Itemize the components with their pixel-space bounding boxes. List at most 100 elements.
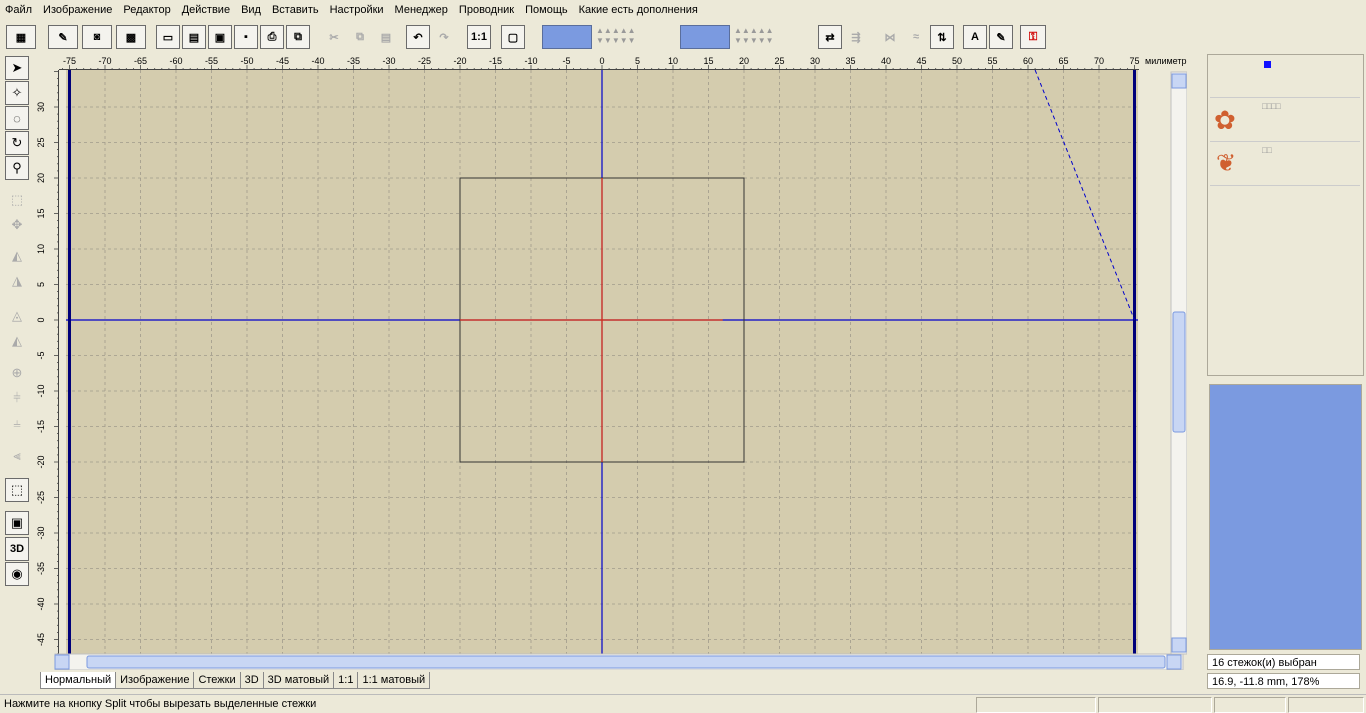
digitize-button[interactable]: ✎	[48, 25, 78, 49]
align-h-button[interactable]: ⫩	[5, 386, 29, 410]
object-list[interactable]: ✿ □□□□ ❦ □□	[1207, 54, 1364, 376]
tab-item[interactable]: 3D матовый	[262, 672, 335, 689]
menu-item[interactable]: Вставить	[267, 0, 325, 20]
scroll-up-button[interactable]	[1171, 73, 1187, 89]
zoom-tool-button[interactable]: ⚲	[5, 156, 29, 180]
distribute-button[interactable]: ⫷	[5, 444, 29, 468]
stitch-order-button[interactable]: ⇅	[930, 25, 954, 49]
menu-item[interactable]: Редактор	[118, 0, 176, 20]
move-icon: ✥	[11, 217, 23, 232]
cut-button[interactable]: ✂	[322, 25, 346, 49]
add-file-button[interactable]: ▣	[208, 25, 232, 49]
move-tool-button[interactable]: ✥	[5, 213, 29, 237]
menu-item[interactable]: Менеджер	[390, 0, 454, 20]
text-edit-button[interactable]: ✎	[989, 25, 1013, 49]
export-button[interactable]: ⧉	[286, 25, 310, 49]
copy-icon: ⧉	[356, 30, 364, 43]
tab-item[interactable]: 1:1	[333, 672, 359, 689]
freehand-icon: ◌	[13, 110, 21, 126]
mirror-h-button[interactable]: ◭	[5, 244, 29, 268]
object-list-item[interactable]: ✿ □□□□	[1210, 99, 1360, 142]
tab-item[interactable]: Изображение	[115, 672, 195, 689]
rotate-tool-button[interactable]: ↻	[5, 131, 29, 155]
mirror-v-button[interactable]: ◮	[5, 269, 29, 293]
key-button[interactable]: ⚿	[1020, 25, 1046, 49]
density-button[interactable]: ≈	[904, 25, 928, 49]
redo-button[interactable]: ↷	[432, 25, 456, 49]
view-3d-button[interactable]: 3D	[5, 537, 29, 561]
reverse-stitch-button[interactable]: ⇄	[818, 25, 842, 49]
paste-button[interactable]: ▤	[374, 25, 398, 49]
design-library-button[interactable]: ▦	[6, 25, 36, 49]
align-horizontal-icon: ⫩	[13, 390, 21, 405]
tab-item[interactable]: Стежки	[193, 672, 241, 689]
save-button[interactable]: ▪	[234, 25, 258, 49]
stitch-select-button[interactable]: ⬚	[5, 478, 29, 502]
design-canvas[interactable]: -75 -70 -65 -60 -55 -50 -45 -40 -35 -30 -25 -20 -15-…	[35, 54, 1188, 671]
skew-button[interactable]: ◬	[5, 304, 29, 328]
x-tick-label: 25	[774, 56, 784, 66]
horizontal-scroll-thumb[interactable]	[86, 655, 1166, 669]
x-tick-label: -15	[489, 56, 502, 66]
preview-button[interactable]: ◉	[5, 562, 29, 586]
status-segment	[1288, 697, 1364, 713]
menu-item[interactable]: Файл	[0, 0, 38, 20]
print-button[interactable]: ⎙	[260, 25, 284, 49]
y-tick-label: -45	[36, 633, 46, 646]
auto-digitize-button[interactable]: ▩	[116, 25, 146, 49]
status-message: Нажмите на кнопку Split чтобы вырезать в…	[4, 698, 317, 710]
distribute-icon: ⫷	[13, 448, 21, 463]
x-tick-label: -65	[134, 56, 147, 66]
x-tick-label: -5	[562, 56, 570, 66]
menu-item[interactable]: Настройки	[325, 0, 390, 20]
redo-icon: ↷	[439, 31, 449, 44]
object-list-item[interactable]	[1210, 57, 1360, 98]
tab-item[interactable]: 1:1 матовый	[357, 672, 431, 689]
undo-button[interactable]: ↶	[406, 25, 430, 49]
freehand-select-button[interactable]: ◌	[5, 106, 29, 130]
menu-item[interactable]: Вид	[236, 0, 267, 20]
open-file-button[interactable]: ▤	[182, 25, 206, 49]
tab-item[interactable]: 3D	[239, 672, 264, 689]
scroll-right-button[interactable]	[1166, 654, 1182, 670]
center-button[interactable]: ⊕	[5, 361, 29, 385]
object-list-item[interactable]: ❦ □□	[1210, 143, 1360, 186]
slant-button[interactable]: ◭	[5, 329, 29, 353]
camera-button[interactable]: ◙	[82, 25, 112, 49]
ornament-design-icon: ❦	[1216, 150, 1237, 177]
x-tick-label: 0	[599, 56, 604, 66]
select-tool-button[interactable]: ➤	[5, 56, 29, 80]
x-tick-label: -75	[63, 56, 76, 66]
y-tick-label: 20	[36, 173, 46, 183]
connect-button[interactable]: ⇶	[844, 25, 868, 49]
lasso-tool-button[interactable]: ✧	[5, 81, 29, 105]
menu-item[interactable]: Помощь	[520, 0, 574, 20]
split-button[interactable]: ⋈	[878, 25, 902, 49]
resize-tool-button[interactable]: ⬚	[5, 188, 29, 212]
folder-icon: ▤	[188, 31, 200, 44]
view-tabs: Нормальный Изображение Стежки 3D 3D матовый 1…	[40, 672, 431, 690]
scroll-down-button[interactable]	[1171, 637, 1187, 653]
add-file-icon: ▣	[214, 31, 226, 44]
new-file-button[interactable]: ▭	[156, 25, 180, 49]
x-tick-label: 55	[987, 56, 997, 66]
realistic-view-button[interactable]: ▣	[5, 511, 29, 535]
menu-item[interactable]: Проводник	[454, 0, 520, 20]
tab-item[interactable]: Нормальный	[40, 672, 117, 689]
one-to-one-button[interactable]: 1:1	[467, 25, 491, 49]
canvas-svg[interactable]: -75 -70 -65 -60 -55 -50 -45 -40 -35 -30 -25 -20 -15-…	[35, 54, 1188, 671]
primary-color-swatch[interactable]	[542, 25, 592, 49]
secondary-color-swatch[interactable]	[680, 25, 730, 49]
text-tool-button[interactable]: A	[963, 25, 987, 49]
menu-item[interactable]: Изображение	[38, 0, 118, 20]
undo-icon: ↶	[413, 31, 423, 44]
menu-item[interactable]: Действие	[177, 0, 236, 20]
scissors-icon: ✂	[329, 31, 339, 44]
color-chips-icon: □□□□	[1262, 101, 1281, 111]
hoop-button[interactable]: ▢	[501, 25, 525, 49]
copy-button[interactable]: ⧉	[348, 25, 372, 49]
align-v-button[interactable]: ⫨	[5, 411, 29, 435]
menu-item[interactable]: Какие есть дополнения	[574, 0, 704, 20]
vertical-scroll-thumb[interactable]	[1172, 311, 1186, 433]
scroll-left-button[interactable]	[54, 654, 70, 670]
